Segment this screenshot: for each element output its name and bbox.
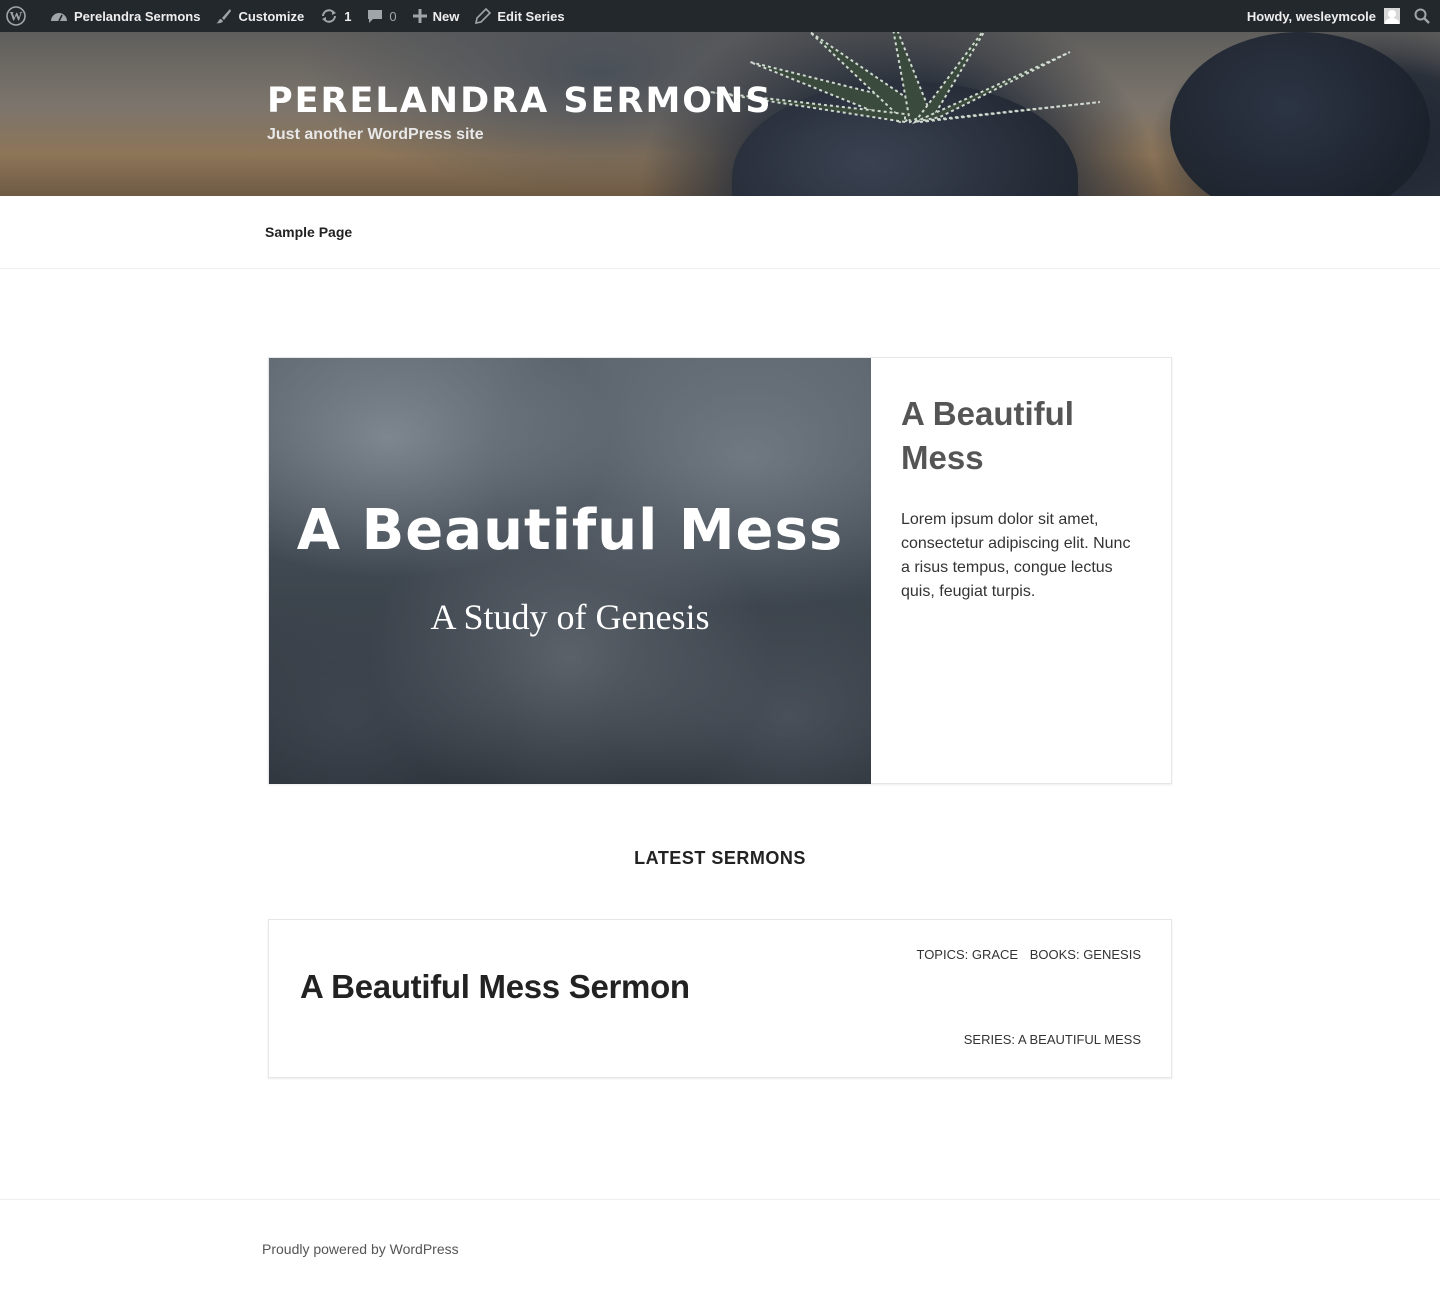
my-account-link[interactable]: Howdy, wesleymcole [1239,0,1406,32]
featured-series-content: A Beautiful Mess Lorem ipsum dolor sit a… [901,392,1141,604]
sermon-books-link[interactable]: BOOKS: GENESIS [1030,947,1141,962]
admin-search[interactable] [1406,0,1440,32]
plus-icon [412,9,427,23]
nav-item-sample-page[interactable]: Sample Page [265,224,352,240]
admin-bar: W Perelandra Sermons Customize 1 0 New E… [0,0,1440,32]
site-title[interactable]: PERELANDRA SERMONS [267,80,773,122]
sermon-topics-link[interactable]: TOPICS: GRACE [916,947,1018,962]
series-banner-image[interactable]: A Beautiful Mess A Study of Genesis [269,358,871,784]
featured-series-excerpt: Lorem ipsum dolor sit amet, consectetur … [901,511,1131,600]
comments-link[interactable]: 0 [359,0,404,32]
header-image-sphere [1170,32,1430,196]
site-name-label: Perelandra Sermons [74,8,201,24]
updates-icon [320,8,338,24]
dashboard-icon [50,8,68,24]
customize-link[interactable]: Customize [208,0,312,32]
brush-icon [216,8,232,24]
sermon-card[interactable]: TOPICS: GRACE BOOKS: GENESIS A Beautiful… [268,919,1172,1078]
site-name-link[interactable]: Perelandra Sermons [42,0,208,32]
featured-series-card[interactable]: A Beautiful Mess A Study of Genesis A Be… [268,357,1172,784]
pencil-icon [475,8,492,24]
sermon-taxonomy-top: TOPICS: GRACE BOOKS: GENESIS [916,947,1141,962]
sermon-series-link[interactable]: SERIES: A BEAUTIFUL MESS [964,1032,1141,1047]
new-label: New [432,8,460,24]
site-header: PERELANDRA SERMONS Just another WordPres… [0,32,1440,196]
featured-series-title[interactable]: A Beautiful Mess [901,392,1141,480]
edit-series-link[interactable]: Edit Series [467,0,572,32]
wordpress-logo-icon: W [6,6,26,26]
svg-text:W: W [10,9,23,24]
howdy-label: Howdy, wesleymcole [1246,8,1376,24]
site-footer: Proudly powered by WordPress [0,1199,1440,1294]
search-icon [1414,8,1430,24]
latest-sermons-heading: LATEST SERMONS [634,848,806,868]
updates-link[interactable]: 1 [312,0,359,32]
avatar-icon [1384,8,1400,24]
comments-count: 0 [389,8,397,24]
series-banner-subtitle: A Study of Genesis [430,597,710,637]
site-tagline: Just another WordPress site [267,126,484,143]
main-navigation: Sample Page [0,197,1440,269]
comment-icon [367,8,383,24]
new-content-link[interactable]: New [405,0,468,32]
footer-credit-link[interactable]: Proudly powered by WordPress [262,1241,459,1257]
sermon-title[interactable]: A Beautiful Mess Sermon [300,968,690,1006]
site-branding: PERELANDRA SERMONS Just another WordPres… [267,80,773,144]
updates-count: 1 [344,8,352,24]
wordpress-menu[interactable]: W [0,0,42,32]
series-banner-title: A Beautiful Mess [296,498,844,563]
edit-series-label: Edit Series [497,8,565,24]
customize-label: Customize [238,8,305,24]
